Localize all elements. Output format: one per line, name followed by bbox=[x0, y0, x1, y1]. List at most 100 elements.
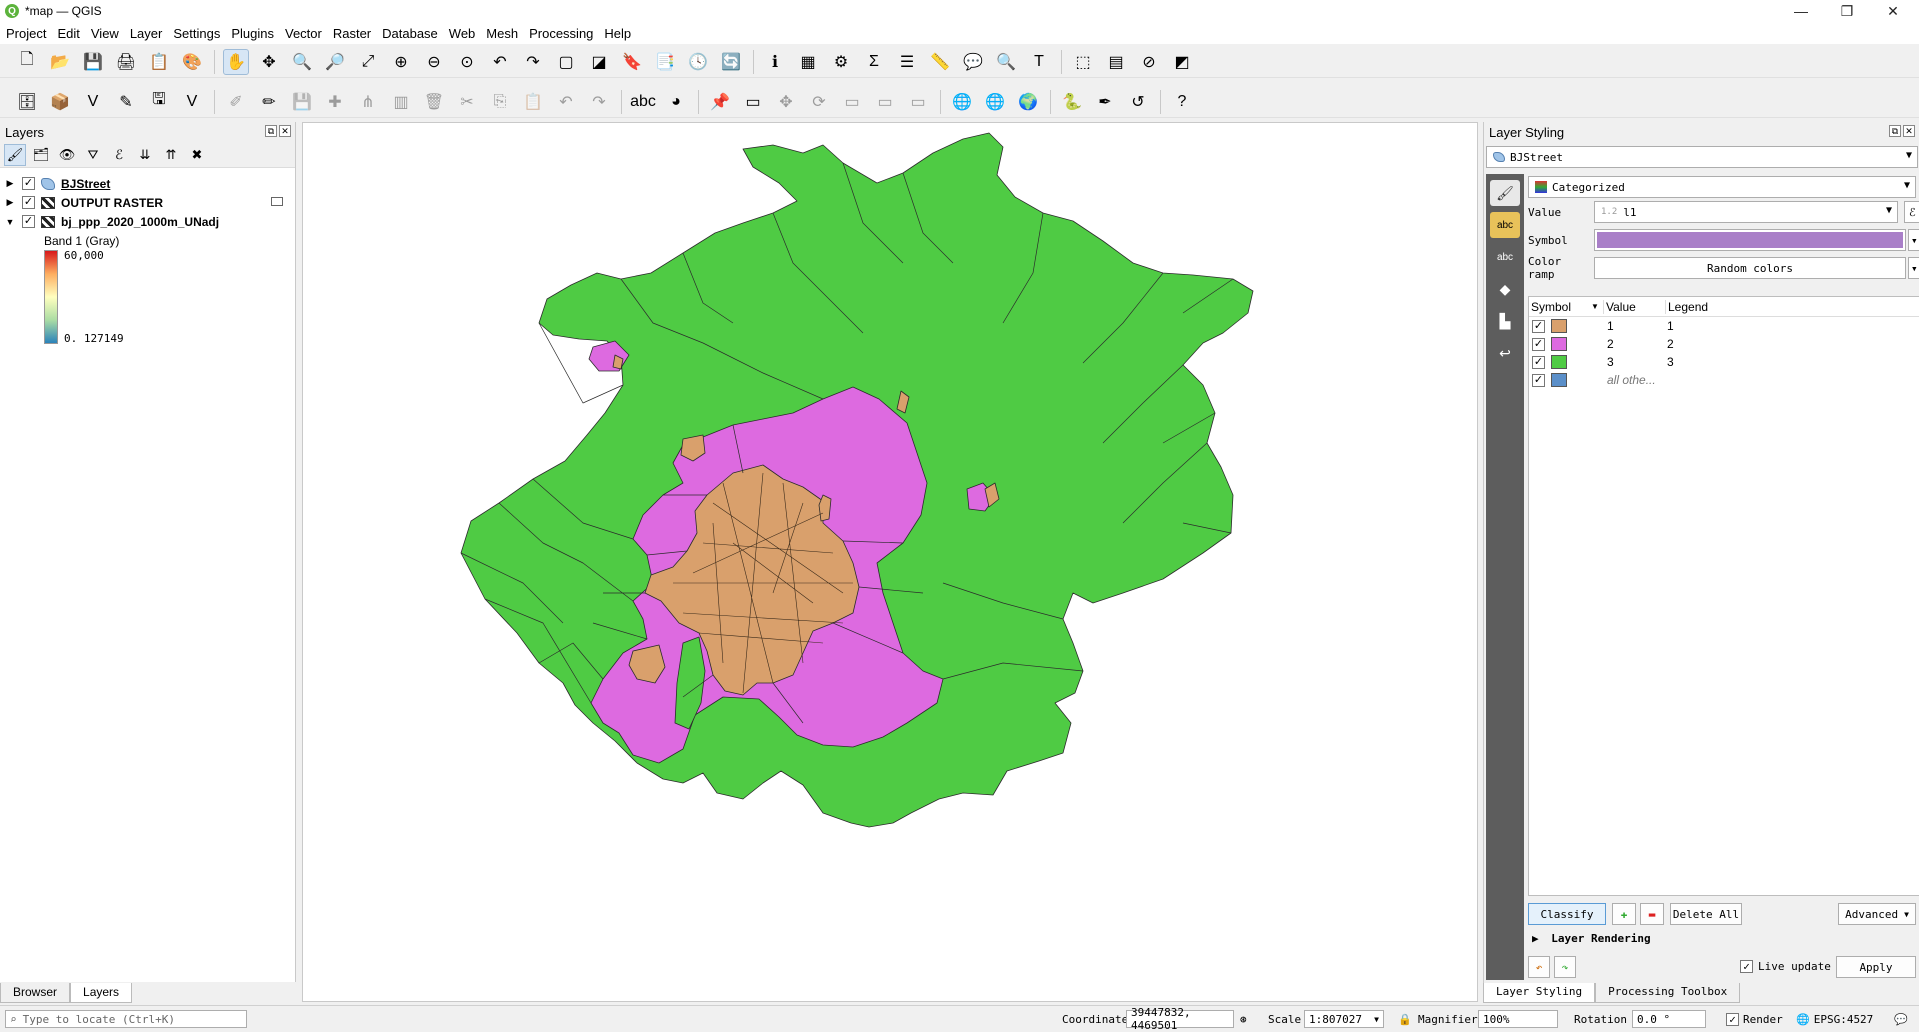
show-hide-labels-icon[interactable]: ▭ bbox=[872, 89, 898, 115]
map-svg[interactable] bbox=[303, 123, 1479, 1003]
rotation-field[interactable]: 0.0 ° bbox=[1632, 1010, 1706, 1028]
zoom-in-icon[interactable]: 🔍 bbox=[289, 49, 315, 75]
pin-labels-icon[interactable]: 📌 bbox=[707, 89, 733, 115]
change-label-icon[interactable]: ▭ bbox=[839, 89, 865, 115]
menu-raster[interactable]: Raster bbox=[333, 26, 371, 41]
save-edits-icon[interactable]: 💾 bbox=[289, 89, 315, 115]
current-edits-icon[interactable]: ✐ bbox=[223, 89, 249, 115]
layer-visibility-checkbox[interactable]: ✓ bbox=[22, 215, 35, 228]
add-feature-icon[interactable]: ✚ bbox=[322, 89, 348, 115]
minimize-button[interactable]: — bbox=[1778, 0, 1824, 22]
menu-layer[interactable]: Layer bbox=[130, 26, 163, 41]
zoom-last-icon[interactable]: ↶ bbox=[487, 49, 513, 75]
temporary-layer-icon[interactable] bbox=[271, 197, 283, 206]
new-project-icon[interactable]: 🗋 bbox=[14, 49, 40, 75]
color-ramp-dropdown[interactable]: ▾ bbox=[1908, 257, 1919, 279]
web-map-service-icon[interactable]: 🌐 bbox=[982, 89, 1008, 115]
new-shapefile-icon[interactable]: V bbox=[80, 89, 106, 115]
style-icon[interactable]: 🖌 bbox=[4, 143, 26, 166]
labels-icon[interactable]: abc bbox=[1490, 212, 1520, 238]
float-panel-icon[interactable]: ⧉ bbox=[1889, 125, 1901, 137]
cut-features-icon[interactable]: ✂ bbox=[454, 89, 480, 115]
copy-features-icon[interactable]: ⎘ bbox=[487, 89, 513, 115]
new-3d-view-icon[interactable]: ◪ bbox=[586, 49, 612, 75]
measure-icon[interactable]: 📏 bbox=[927, 49, 953, 75]
add-category-button[interactable]: ✚ bbox=[1612, 903, 1636, 925]
processing-toolbox-icon[interactable]: ⚙ bbox=[828, 49, 854, 75]
plugin-reload-icon[interactable]: ↺ bbox=[1125, 89, 1151, 115]
undo-icon[interactable]: ↶ bbox=[553, 89, 579, 115]
text-annotation-icon[interactable]: T bbox=[1026, 49, 1052, 75]
tab-layers[interactable]: Layers bbox=[70, 983, 133, 1003]
paste-features-icon[interactable]: 📋 bbox=[520, 89, 546, 115]
category-swatch[interactable] bbox=[1551, 319, 1567, 333]
tab-layer-styling[interactable]: Layer Styling bbox=[1483, 983, 1596, 1003]
map-canvas[interactable] bbox=[302, 122, 1478, 1002]
style-manager-icon[interactable]: 🎨 bbox=[179, 49, 205, 75]
save-project-icon[interactable]: 💾 bbox=[80, 49, 106, 75]
expand-arrow-icon[interactable]: ▶ bbox=[4, 197, 16, 208]
expand-all-icon[interactable]: ⇊ bbox=[134, 144, 156, 166]
menu-edit[interactable]: Edit bbox=[57, 26, 79, 41]
menu-settings[interactable]: Settings bbox=[173, 26, 220, 41]
label-toolbar-icon[interactable]: abc bbox=[630, 89, 656, 115]
diagram-icon[interactable]: ◕ bbox=[663, 89, 689, 115]
column-legend[interactable]: Legend bbox=[1665, 299, 1708, 314]
column-symbol[interactable]: Symbol bbox=[1529, 300, 1591, 314]
map-tips-icon[interactable]: 💬 bbox=[960, 49, 986, 75]
menu-view[interactable]: View bbox=[91, 26, 119, 41]
maximize-button[interactable]: ❐ bbox=[1824, 0, 1870, 22]
close-panel-icon[interactable]: ✕ bbox=[1903, 125, 1915, 137]
zoom-to-selection-icon[interactable]: ⊕ bbox=[388, 49, 414, 75]
diagrams-icon[interactable]: ▙ bbox=[1490, 308, 1520, 334]
redo-icon[interactable]: ↷ bbox=[586, 89, 612, 115]
category-row-2[interactable]: ✓ 2 2 bbox=[1529, 335, 1919, 353]
render-toggle[interactable]: ✓ Render bbox=[1726, 1010, 1783, 1028]
expression-button[interactable]: ℰ bbox=[1904, 201, 1919, 223]
3d-view-icon[interactable]: ◆ bbox=[1490, 276, 1520, 302]
lock-scale-icon[interactable]: 🔒 bbox=[1398, 1010, 1412, 1028]
open-project-icon[interactable]: 📂 bbox=[47, 49, 73, 75]
delete-all-button[interactable]: Delete All bbox=[1670, 903, 1742, 925]
history-icon[interactable]: ↩ bbox=[1490, 340, 1520, 366]
help-icon[interactable]: ? bbox=[1169, 89, 1195, 115]
menu-vector[interactable]: Vector bbox=[285, 26, 322, 41]
zoom-out-icon[interactable]: 🔎 bbox=[322, 49, 348, 75]
rotate-label-icon[interactable]: ⟳ bbox=[806, 89, 832, 115]
menu-help[interactable]: Help bbox=[604, 26, 631, 41]
layer-row-bjstreet[interactable]: ▶ ✓ BJStreet bbox=[0, 174, 295, 193]
new-bookmark-icon[interactable]: 🔖 bbox=[619, 49, 645, 75]
manage-themes-icon[interactable]: 👁 bbox=[56, 144, 78, 166]
deselect-icon[interactable]: ⊘ bbox=[1136, 49, 1162, 75]
classify-button[interactable]: Classify bbox=[1528, 903, 1606, 925]
menu-web[interactable]: Web bbox=[449, 26, 476, 41]
hide-labels-icon[interactable]: ▭ bbox=[740, 89, 766, 115]
new-print-layout-icon[interactable]: 🖨 bbox=[113, 49, 139, 75]
category-row-3[interactable]: ✓ 3 3 bbox=[1529, 353, 1919, 371]
column-value[interactable]: Value bbox=[1603, 299, 1665, 314]
modify-attributes-icon[interactable]: ▥ bbox=[388, 89, 414, 115]
attribute-table-dropdown-icon[interactable]: ☰ bbox=[894, 49, 920, 75]
menu-project[interactable]: Project bbox=[6, 26, 46, 41]
locator-icon[interactable]: 🔍 bbox=[993, 49, 1019, 75]
layout-manager-icon[interactable]: 📋 bbox=[146, 49, 172, 75]
messages-icon[interactable]: 💬 bbox=[1894, 1010, 1908, 1028]
collapse-arrow-icon[interactable]: ▼ bbox=[4, 217, 16, 227]
advanced-button[interactable]: Advanced ▼ bbox=[1838, 903, 1916, 925]
tab-processing-toolbox[interactable]: Processing Toolbox bbox=[1595, 983, 1741, 1003]
open-attribute-table-icon[interactable]: ▦ bbox=[795, 49, 821, 75]
statistical-summary-icon[interactable]: Σ bbox=[861, 49, 887, 75]
python-console-icon[interactable]: 🐍 bbox=[1059, 89, 1085, 115]
remove-layer-icon[interactable]: ✖ bbox=[186, 144, 208, 166]
menu-mesh[interactable]: Mesh bbox=[486, 26, 518, 41]
globe-icon[interactable]: 🌍 bbox=[1015, 89, 1041, 115]
label-properties-icon[interactable]: ▭ bbox=[905, 89, 931, 115]
symbology-icon[interactable]: 🖌 bbox=[1490, 180, 1520, 206]
menu-processing[interactable]: Processing bbox=[529, 26, 593, 41]
coordinate-field[interactable]: 39447832, 4469501 bbox=[1126, 1006, 1234, 1032]
new-map-view-icon[interactable]: ▢ bbox=[553, 49, 579, 75]
layer-visibility-checkbox[interactable]: ✓ bbox=[22, 196, 35, 209]
apply-button[interactable]: Apply bbox=[1836, 956, 1916, 978]
category-swatch[interactable] bbox=[1551, 355, 1567, 369]
category-checkbox[interactable]: ✓ bbox=[1532, 337, 1545, 351]
